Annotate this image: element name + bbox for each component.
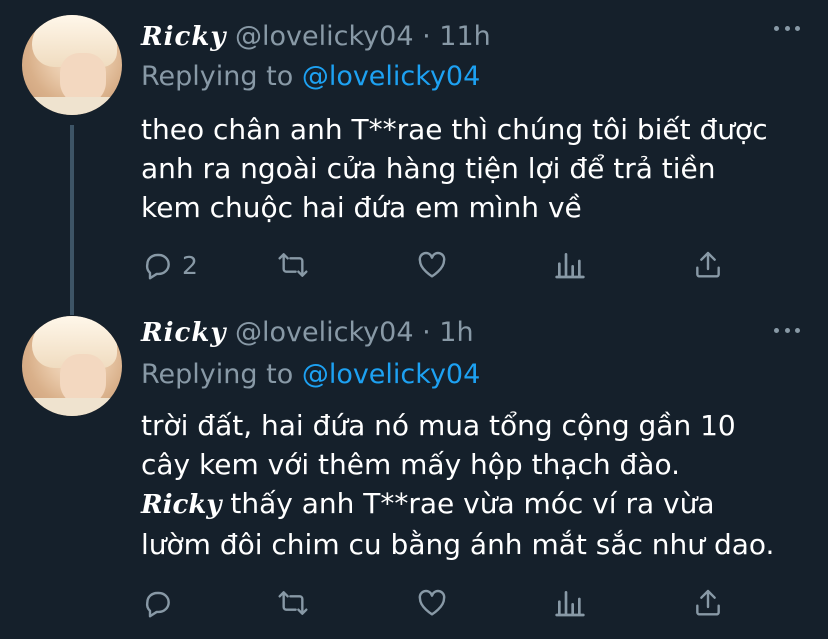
- replying-label: Replying to: [141, 359, 294, 390]
- analytics-icon: [555, 253, 585, 279]
- share-icon: [696, 251, 720, 278]
- retweet-button[interactable]: [277, 586, 309, 620]
- like-button[interactable]: [416, 248, 448, 282]
- tweet-text-line: trời đất, hai đứa nó mua tổng cộng gần 1…: [141, 409, 736, 442]
- separator: ·: [422, 317, 431, 348]
- more-icon[interactable]: [774, 26, 800, 34]
- tweet-header: Ricky @lovelicky04 · 1h: [141, 316, 474, 350]
- reply-button[interactable]: 2: [142, 248, 198, 282]
- handle[interactable]: @lovelicky04: [235, 317, 413, 348]
- tweet-actions: 2: [0, 248, 828, 282]
- share-button[interactable]: [692, 248, 724, 282]
- retweet-icon: [278, 591, 308, 615]
- display-name[interactable]: Ricky: [141, 318, 226, 348]
- handle[interactable]: @lovelicky04: [235, 21, 413, 52]
- tweet-text-line: anh ra ngoài cửa hàng tiện lợi để trả ti…: [141, 152, 716, 185]
- timestamp[interactable]: 1h: [439, 317, 473, 348]
- like-button[interactable]: [416, 586, 448, 620]
- avatar[interactable]: [22, 316, 122, 416]
- tweet-text-fragment: thấy anh T**rae vừa móc ví ra vừa: [230, 487, 715, 520]
- reply-icon: [145, 591, 170, 618]
- avatar[interactable]: [22, 15, 122, 115]
- tweet-text-line: lườm đôi chim cu bằng ánh mắt sắc như da…: [141, 528, 775, 561]
- inline-display-name: Ricky: [141, 490, 222, 520]
- reply-button[interactable]: [142, 586, 182, 620]
- tweet-text: trời đất, hai đứa nó mua tổng cộng gần 1…: [141, 406, 821, 564]
- tweet-header: Ricky @lovelicky04 · 11h: [141, 20, 491, 54]
- tweet-text-line: kem chuộc hai đứa em mình về: [141, 191, 582, 224]
- analytics-icon: [555, 591, 585, 617]
- analytics-button[interactable]: [554, 586, 586, 620]
- avatar-shirt: [22, 398, 122, 416]
- more-icon[interactable]: [774, 328, 800, 336]
- separator: ·: [422, 21, 431, 52]
- replying-to: Replying to @lovelicky04: [141, 358, 480, 392]
- display-name[interactable]: Ricky: [141, 22, 226, 52]
- tweet[interactable]: Ricky @lovelicky04 · 11h Replying to @lo…: [0, 0, 828, 315]
- tweet-text-line: Ricky thấy anh T**rae vừa móc ví ra vừa: [141, 484, 821, 525]
- analytics-button[interactable]: [554, 248, 586, 282]
- replying-to: Replying to @lovelicky04: [141, 60, 480, 94]
- avatar-shirt: [22, 97, 122, 115]
- like-icon: [418, 589, 446, 616]
- timestamp[interactable]: 11h: [439, 21, 490, 52]
- mention-link[interactable]: @lovelicky04: [302, 359, 480, 390]
- like-icon: [418, 251, 446, 278]
- mention-link[interactable]: @lovelicky04: [302, 61, 480, 92]
- share-icon: [696, 589, 720, 616]
- tweet[interactable]: Ricky @lovelicky04 · 1h Replying to @lov…: [0, 300, 828, 639]
- thread-line: [70, 125, 74, 315]
- tweet-actions: [0, 586, 828, 620]
- retweet-icon: [278, 253, 308, 277]
- tweet-text: theo chân anh T**rae thì chúng tôi biết …: [141, 110, 821, 227]
- share-button[interactable]: [692, 586, 724, 620]
- reply-count: 2: [182, 250, 198, 280]
- tweet-text-line: theo chân anh T**rae thì chúng tôi biết …: [141, 113, 768, 146]
- reply-icon: [145, 253, 170, 280]
- retweet-button[interactable]: [277, 248, 309, 282]
- replying-label: Replying to: [141, 61, 294, 92]
- tweet-text-line: cây kem với thêm mấy hộp thạch đào.: [141, 448, 680, 481]
